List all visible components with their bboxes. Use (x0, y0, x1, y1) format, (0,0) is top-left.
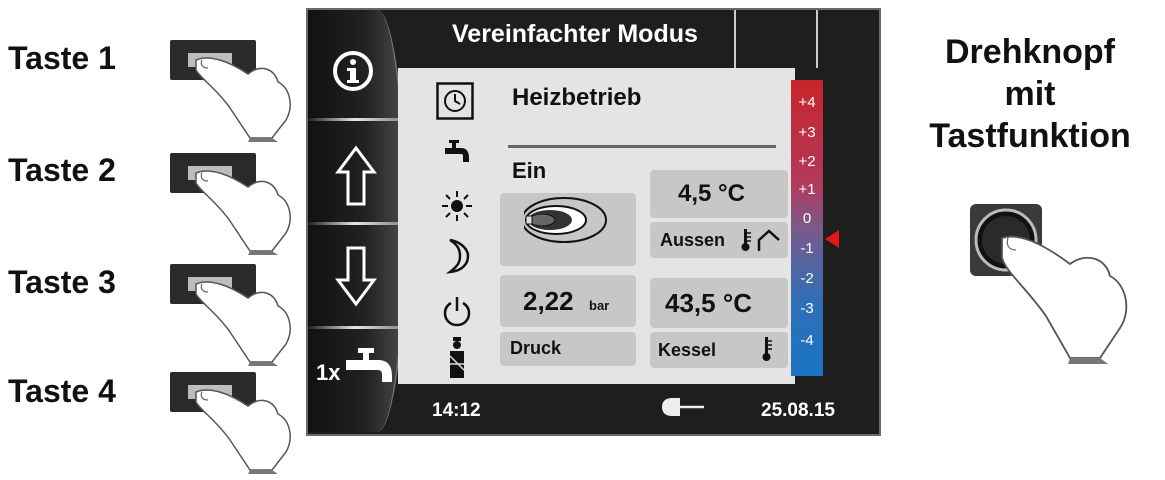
date: 25.08.15 (761, 400, 835, 421)
boiler-label: Kessel (658, 340, 717, 360)
mode-underline (508, 145, 776, 148)
moon-icon[interactable] (444, 238, 470, 274)
outside-temp-value: 4,5 °C (678, 180, 745, 207)
scale-label: +4 (798, 94, 816, 111)
tap-icon[interactable] (344, 346, 396, 394)
taste-4-label: Taste 4 (8, 373, 116, 409)
pointing-hand-icon (1001, 235, 1128, 364)
pointing-hand-icon (195, 389, 291, 474)
pressure-value: 2,22 (523, 286, 574, 316)
sun-icon[interactable] (441, 190, 473, 222)
state-label: Ein (512, 158, 547, 183)
taste-1-label: Taste 1 (8, 40, 116, 76)
clock-time: 14:12 (432, 400, 481, 421)
house-icon (757, 229, 780, 251)
scale-label: +1 (798, 181, 816, 198)
scale-label: +2 (798, 153, 816, 170)
taste-3-label: Taste 3 (8, 264, 116, 300)
heating-curve-scale: +4 +3 +2 +1 0 -1 -2 -3 -4 (791, 80, 823, 376)
knob-title-line3: Tastfunktion (929, 117, 1131, 155)
info-icon[interactable] (330, 48, 376, 94)
chimney-sweep-icon[interactable] (446, 336, 468, 380)
knob-title-line1: Drehknopf (945, 33, 1115, 71)
outside-label: Aussen (660, 230, 726, 250)
faucet-icon[interactable] (443, 138, 471, 166)
scale-marker-icon (825, 230, 839, 248)
scale-label: 0 (802, 210, 812, 227)
pointing-hand-icon (195, 281, 291, 366)
mode-label: Heizbetrieb (512, 84, 642, 111)
pointing-hand-icon (195, 170, 291, 255)
scale-label: -4 (800, 332, 814, 349)
boiler-temp-value: 43,5 °C (665, 288, 753, 318)
scale-label: -2 (800, 270, 814, 287)
arrow-up-icon[interactable] (334, 144, 378, 208)
pressure-unit: bar (589, 298, 610, 313)
thermometer-icon (741, 229, 751, 251)
screen-title: Vereinfachter Modus (452, 20, 698, 48)
power-icon[interactable] (442, 295, 472, 327)
burner-flame-icon (524, 197, 607, 243)
clock-icon[interactable] (436, 82, 474, 120)
plug-icon (662, 398, 704, 416)
pointing-hand-icon (195, 57, 291, 142)
header-divider (816, 10, 818, 68)
thermometer-icon (762, 337, 772, 361)
scale-label: +3 (798, 124, 816, 141)
arrow-down-icon[interactable] (334, 244, 378, 308)
knob-title-line2: mit (1004, 75, 1056, 113)
taste-2-label: Taste 2 (8, 152, 116, 188)
scale-label: -1 (800, 240, 814, 257)
scale-label: -3 (800, 300, 814, 317)
hotwater-once-label: 1x (316, 360, 341, 385)
pressure-label: Druck (510, 338, 562, 358)
header-divider (734, 10, 736, 68)
